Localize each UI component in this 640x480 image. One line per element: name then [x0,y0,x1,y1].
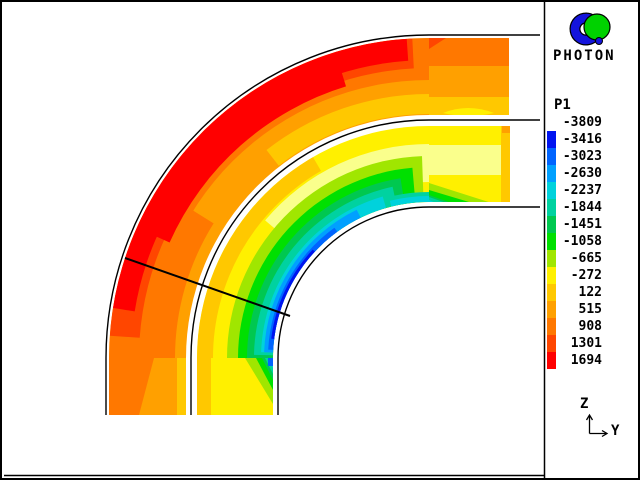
legend-value: -3023 [554,149,602,165]
legend-title: P1 [554,97,571,113]
contour-layer [502,126,510,133]
photon-window: PHOTON P1 -3809-3416-3023-2630-2237-1844… [0,0,640,480]
photon-logo [571,14,610,45]
legend-value: 122 [554,285,602,301]
legend-value: -1058 [554,234,602,250]
axis-y-label: Y [611,423,619,439]
photon-wordmark: PHOTON [553,48,616,64]
legend-value: 1694 [554,353,602,369]
legend-value: -3809 [554,115,602,131]
legend-value: -2237 [554,183,602,199]
contour-plot [2,2,640,480]
axis-z-label: Z [580,396,588,412]
logo-disc [584,14,610,40]
legend-value: 1301 [554,336,602,352]
legend-value: -2630 [554,166,602,182]
logo-tail [596,38,603,45]
legend-value: -1844 [554,200,602,216]
legend-value: -665 [554,251,602,267]
legend-value: 908 [554,319,602,335]
legend-value: 515 [554,302,602,318]
legend-value: -272 [554,268,602,284]
axis-arrows-icon [587,415,608,437]
legend-value: -1451 [554,217,602,233]
legend-value: -3416 [554,132,602,148]
